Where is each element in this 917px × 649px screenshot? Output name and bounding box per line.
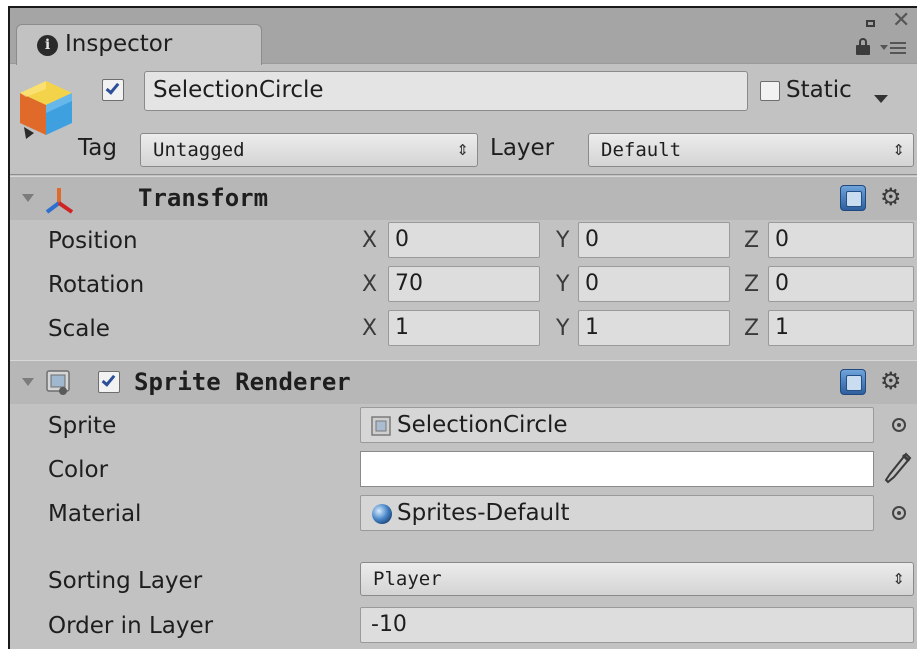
gameobject-cube-icon <box>20 81 72 139</box>
tab-inspector[interactable]: i Inspector <box>16 24 262 66</box>
gameobject-header: SelectionCircle Static Tag Untagged ⇕ La… <box>10 65 917 175</box>
close-icon[interactable]: ✕ <box>892 10 910 32</box>
scale-x-axis-label: X <box>362 316 378 341</box>
order-in-layer-field[interactable]: -10 <box>360 607 914 643</box>
layer-value: Default <box>601 139 682 161</box>
object-picker-icon[interactable] <box>892 506 906 520</box>
sorting-layer-label: Sorting Layer <box>48 568 203 594</box>
sprite-asset-icon <box>371 416 391 436</box>
gear-icon[interactable]: ⚙ <box>880 185 902 209</box>
sprite-renderer-header[interactable]: Sprite Renderer ⚙ <box>10 360 917 404</box>
updown-arrows-icon: ⇕ <box>456 141 469 159</box>
updown-arrows-icon: ⇕ <box>892 141 905 159</box>
foldout-arrow-icon[interactable] <box>22 378 34 386</box>
tag-dropdown[interactable]: Untagged ⇕ <box>140 133 478 167</box>
checkmark-icon <box>105 80 120 95</box>
gear-icon[interactable]: ⚙ <box>880 369 902 393</box>
object-picker-icon[interactable] <box>892 418 906 432</box>
sprite-renderer-enabled-checkbox[interactable] <box>98 371 120 393</box>
inspector-window: i Inspector ✕ SelectionCircle Static Tag… <box>8 6 917 649</box>
rotation-x-field[interactable]: 70 <box>388 266 540 302</box>
info-icon: i <box>37 35 58 56</box>
sprite-field[interactable]: SelectionCircle <box>360 407 874 443</box>
material-value: Sprites-Default <box>397 500 570 526</box>
transform-title: Transform <box>138 184 269 212</box>
rotation-z-field[interactable]: 0 <box>768 266 914 302</box>
position-x-axis-label: X <box>362 228 378 253</box>
sprite-value: SelectionCircle <box>397 412 568 438</box>
tab-label: Inspector <box>65 31 173 57</box>
scale-z-field[interactable]: 1 <box>768 310 914 346</box>
position-z-field[interactable]: 0 <box>768 222 914 258</box>
help-book-icon[interactable] <box>840 369 866 395</box>
rotation-z-axis-label: Z <box>744 272 760 297</box>
color-swatch[interactable] <box>360 451 874 487</box>
static-checkbox[interactable] <box>760 81 780 101</box>
tab-bar: i Inspector ✕ <box>10 8 917 66</box>
help-book-icon[interactable] <box>840 185 866 211</box>
scale-label: Scale <box>48 316 110 342</box>
order-in-layer-label: Order in Layer <box>48 613 214 639</box>
eyedropper-icon[interactable] <box>884 451 912 485</box>
material-label: Material <box>48 501 142 527</box>
position-z-axis-label: Z <box>744 228 760 253</box>
scale-y-field[interactable]: 1 <box>578 310 730 346</box>
rotation-y-axis-label: Y <box>556 272 570 297</box>
active-checkbox[interactable] <box>102 79 124 101</box>
lock-icon[interactable] <box>856 38 870 56</box>
tag-value: Untagged <box>153 139 245 161</box>
rotation-label: Rotation <box>48 272 145 298</box>
sprite-renderer-title: Sprite Renderer <box>134 368 351 396</box>
context-menu-icon[interactable] <box>880 40 916 56</box>
rotation-x-axis-label: X <box>362 272 378 297</box>
maximize-icon[interactable] <box>866 20 875 27</box>
sorting-layer-value: Player <box>373 568 442 590</box>
material-field[interactable]: Sprites-Default <box>360 495 874 531</box>
scale-y-axis-label: Y <box>556 316 570 341</box>
material-sphere-icon <box>372 504 392 524</box>
rotation-y-field[interactable]: 0 <box>578 266 730 302</box>
transform-header[interactable]: Transform ⚙ <box>10 176 917 220</box>
position-y-field[interactable]: 0 <box>578 222 730 258</box>
sorting-layer-dropdown[interactable]: Player ⇕ <box>360 562 914 596</box>
gameobject-name-field[interactable]: SelectionCircle <box>144 71 748 111</box>
sprite-renderer-icon <box>46 370 70 395</box>
sprite-label: Sprite <box>48 413 117 439</box>
checkmark-icon <box>101 372 116 387</box>
position-x-field[interactable]: 0 <box>388 222 540 258</box>
layer-dropdown[interactable]: Default ⇕ <box>588 133 914 167</box>
scale-z-axis-label: Z <box>744 316 760 341</box>
transform-axes-icon <box>45 188 74 214</box>
layer-label: Layer <box>490 135 555 161</box>
position-y-axis-label: Y <box>556 228 570 253</box>
color-label: Color <box>48 457 109 483</box>
tag-label: Tag <box>78 135 117 161</box>
static-dropdown-arrow-icon[interactable] <box>874 95 888 103</box>
scale-x-field[interactable]: 1 <box>388 310 540 346</box>
updown-arrows-icon: ⇕ <box>892 570 905 588</box>
foldout-arrow-icon[interactable] <box>22 194 34 202</box>
position-label: Position <box>48 228 138 254</box>
static-label: Static <box>786 77 852 103</box>
